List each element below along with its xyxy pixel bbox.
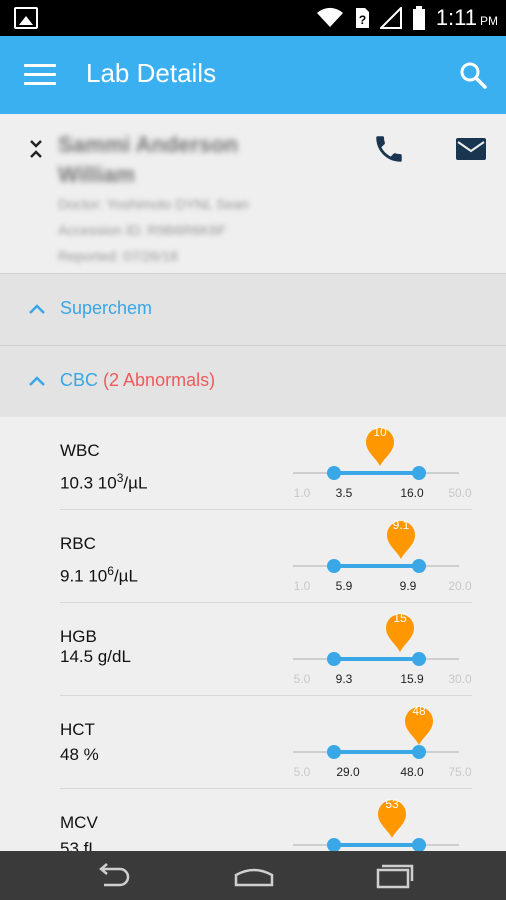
high-marker <box>412 745 426 759</box>
svg-text:?: ? <box>359 13 366 27</box>
section-label: CBC (2 Abnormals) <box>60 370 216 390</box>
range-min: 5.0 <box>293 672 311 686</box>
result-label: 10 <box>373 425 387 439</box>
range-max: 75.0 <box>448 765 472 779</box>
section-label: Superchem <box>60 298 153 318</box>
range-slider: 53 <box>290 789 466 851</box>
signal-icon <box>379 7 402 29</box>
range-high: 15.9 <box>400 672 424 686</box>
phone-icon[interactable] <box>372 132 406 166</box>
status-bar: ? 1:11 PM <box>0 0 506 36</box>
reported-date: Reported: 07/26/18 <box>58 248 178 264</box>
range-high: 48.0 <box>400 765 424 779</box>
result-label: 9.1 <box>392 518 410 532</box>
menu-icon[interactable] <box>24 64 56 86</box>
section-superchem[interactable]: Superchem <box>0 274 506 346</box>
range-min: 5.0 <box>293 765 311 779</box>
chevron-up-icon <box>29 304 45 314</box>
doctor-name: Doctor: Yoshimoto DYNL Sean <box>58 196 249 212</box>
range-max: 20.0 <box>448 579 472 593</box>
range-max: 50.0 <box>448 486 472 500</box>
high-marker <box>412 559 426 573</box>
lab-name: MCV <box>60 813 98 832</box>
high-marker <box>412 652 426 666</box>
lab-row-wbc[interactable]: WBC 10.3 103/µL 10 1.0 3.5 16.0 50.0 <box>0 417 506 510</box>
lab-value: 9.1 106/µL <box>60 564 138 586</box>
accession-id: Accession ID: R9B6R6K6F <box>58 222 227 238</box>
result-label: 53 <box>385 797 399 811</box>
result-label: 15 <box>393 611 407 625</box>
lab-value: 53 fL <box>60 839 98 851</box>
lab-row-rbc[interactable]: RBC 9.1 106/µL 9.1 1.0 5.9 9.9 20.0 <box>0 510 506 603</box>
wifi-icon <box>316 7 343 27</box>
lab-name: RBC <box>60 534 96 553</box>
lab-row-hct[interactable]: HCT 48 % 48 5.0 29.0 48.0 75.0 <box>0 696 506 789</box>
mail-icon[interactable] <box>454 134 488 164</box>
lab-row-hgb[interactable]: HGB 14.5 g/dL 15 5.0 9.3 15.9 30.0 <box>0 603 506 696</box>
range-high: 9.9 <box>399 579 417 593</box>
abnormals-badge: (2 Abnormals) <box>103 370 216 390</box>
low-marker <box>327 652 341 666</box>
image-icon <box>14 7 38 29</box>
patient-name: Sammi Anderson William <box>58 132 239 187</box>
range-low: 9.3 <box>335 672 353 686</box>
sim-icon: ? <box>355 8 369 28</box>
range-min: 1.0 <box>293 579 311 593</box>
lab-row-mcv[interactable]: MCV 53 fL 53 <box>0 789 506 851</box>
low-marker <box>327 466 341 480</box>
chevron-up-icon <box>29 376 45 386</box>
collapse-chevrons-icon[interactable] <box>28 136 44 162</box>
recents-icon[interactable] <box>372 861 416 891</box>
lab-name: HCT <box>60 720 95 739</box>
range-high: 16.0 <box>400 486 424 500</box>
home-icon[interactable] <box>233 861 275 891</box>
range-low: 5.9 <box>335 579 353 593</box>
range-slider: 10 1.0 3.5 16.0 50.0 <box>290 417 472 510</box>
high-marker <box>412 466 426 480</box>
system-nav-bar <box>0 851 506 900</box>
low-marker <box>327 745 341 759</box>
clock: 1:11 PM <box>435 5 498 30</box>
range-low: 3.5 <box>335 486 353 500</box>
range-slider: 48 5.0 29.0 48.0 75.0 <box>290 696 472 789</box>
back-icon[interactable] <box>92 861 132 891</box>
range-slider: 15 5.0 9.3 15.9 30.0 <box>290 603 472 696</box>
high-marker <box>412 838 426 851</box>
lab-name: WBC <box>60 441 100 460</box>
app-bar: Lab Details <box>0 36 506 114</box>
range-slider: 9.1 1.0 5.9 9.9 20.0 <box>290 510 472 603</box>
patient-header: Sammi Anderson William Doctor: Yoshimoto… <box>0 114 506 274</box>
lab-value: 10.3 103/µL <box>60 471 148 493</box>
page-title: Lab Details <box>86 58 217 88</box>
lab-results-list: WBC 10.3 103/µL 10 1.0 3.5 16.0 50.0 RBC… <box>0 417 506 851</box>
lab-value: 14.5 g/dL <box>60 647 131 666</box>
search-icon[interactable] <box>458 60 488 90</box>
lab-value: 48 % <box>60 745 99 764</box>
low-marker <box>327 838 341 851</box>
range-max: 30.0 <box>448 672 472 686</box>
lab-name: HGB <box>60 627 97 646</box>
result-label: 48 <box>412 704 426 718</box>
range-low: 29.0 <box>336 765 360 779</box>
battery-icon <box>412 6 425 30</box>
section-cbc[interactable]: CBC (2 Abnormals) <box>0 346 506 418</box>
low-marker <box>327 559 341 573</box>
range-min: 1.0 <box>293 486 311 500</box>
